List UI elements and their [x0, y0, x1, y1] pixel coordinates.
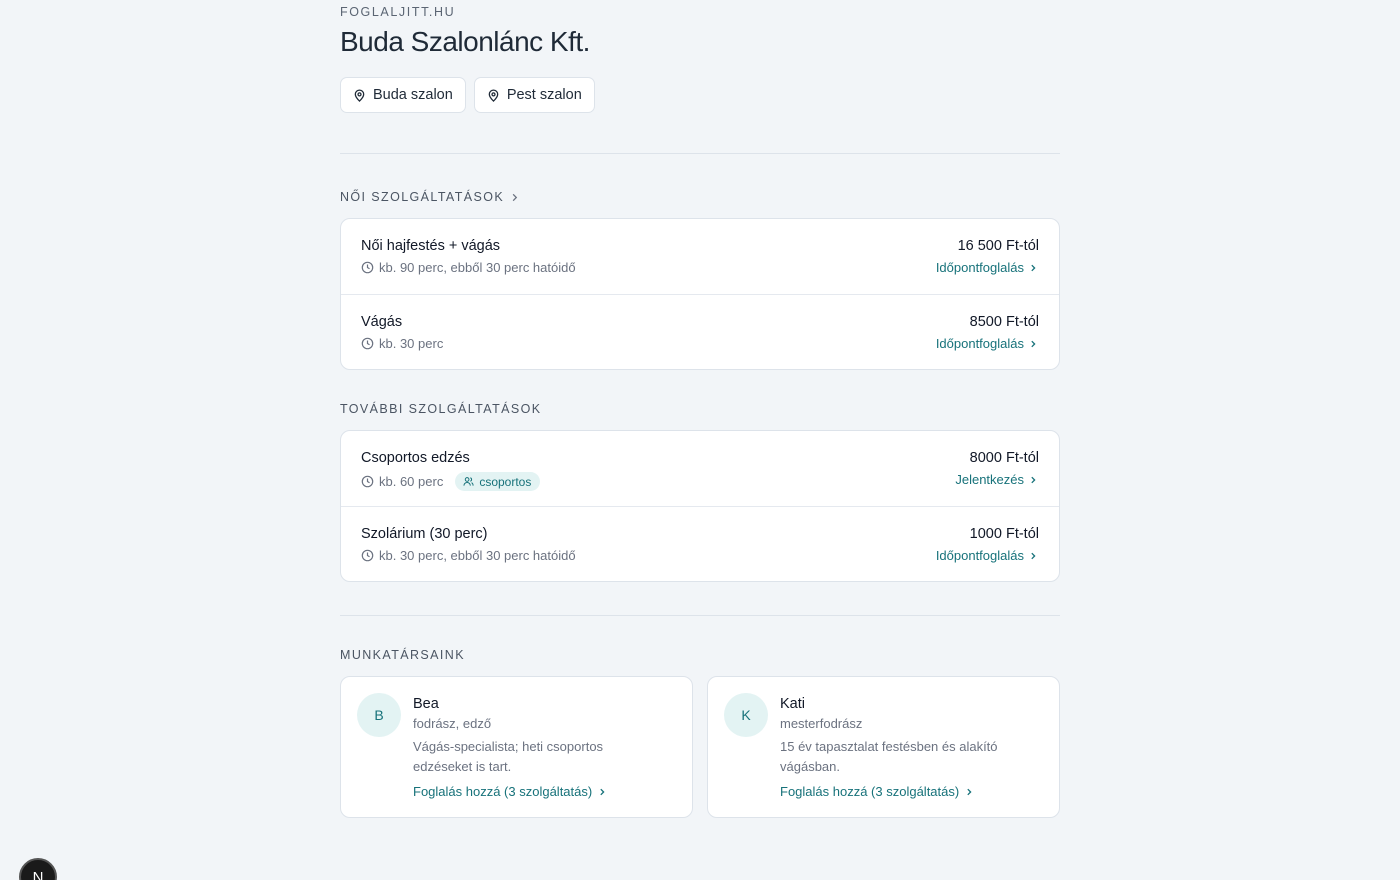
- signup-link-label: Jelentkezés: [955, 472, 1024, 487]
- staff-list: B Bea fodrász, edző Vágás-specialista; h…: [340, 676, 1060, 818]
- service-duration-text: kb. 30 perc: [379, 336, 444, 351]
- avatar: B: [357, 693, 401, 737]
- service-duration: kb. 90 perc, ebből 30 perc hatóidő: [361, 260, 576, 275]
- service-name: Csoportos edzés: [361, 450, 470, 466]
- service-duration-text: kb. 30 perc, ebből 30 perc hatóidő: [379, 548, 576, 563]
- service-name: Szolárium (30 perc): [361, 526, 488, 542]
- staff-role: mesterfodrász: [780, 716, 863, 731]
- staff-description: Vágás-specialista; heti csoportos edzése…: [413, 739, 604, 774]
- staff-name: Kati: [780, 696, 805, 712]
- staff-booking-link-label: Foglalás hozzá (3 szolgáltatás): [780, 784, 960, 799]
- section-title-label: NŐI SZOLGÁLTATÁSOK: [340, 190, 505, 204]
- chevron-right-icon: [512, 193, 518, 201]
- staff-booking-link[interactable]: Foglalás hozzá (3 szolgáltatás): [413, 784, 606, 799]
- service-duration-text: kb. 90 perc, ebből 30 perc hatóidő: [379, 260, 576, 275]
- booking-link-label: Időpontfoglalás: [935, 260, 1024, 275]
- users-icon: [463, 477, 474, 486]
- location-label: Buda szalon: [373, 87, 453, 103]
- clock-icon: [361, 549, 374, 562]
- avatar: K: [724, 693, 768, 737]
- map-pin-icon: [488, 88, 499, 102]
- section-title-tovabbi: TOVÁBBI SZOLGÁLTATÁSOK: [340, 402, 541, 416]
- service-row: Vágás kb. 30 perc 8500 Ft-tól Időpontfog…: [341, 294, 1059, 369]
- chevron-right-icon: [1031, 340, 1036, 347]
- location-button-pest[interactable]: Pest szalon: [473, 77, 595, 113]
- site-label: FOGLALJITT.HU: [340, 5, 456, 19]
- clock-icon: [361, 337, 374, 350]
- booking-link[interactable]: Időpontfoglalás: [936, 548, 1037, 563]
- service-card-noi: Női hajfestés + vágás kb. 90 perc, ebből…: [340, 218, 1060, 370]
- booking-link-label: Időpontfoglalás: [935, 548, 1024, 563]
- service-row: Szolárium (30 perc) kb. 30 perc, ebből 3…: [341, 506, 1059, 581]
- staff-booking-link[interactable]: Foglalás hozzá (3 szolgáltatás): [780, 784, 973, 799]
- staff-card: K Kati mesterfodrász 15 év tapasztalat f…: [707, 676, 1060, 818]
- page-title: Buda Szalonlánc Kft.: [340, 26, 590, 57]
- location-label: Pest szalon: [506, 87, 582, 103]
- location-list: Buda szalon Pest szalon: [340, 77, 595, 113]
- service-duration: kb. 30 perc, ebből 30 perc hatóidő: [361, 548, 576, 563]
- chevron-right-icon: [1031, 264, 1036, 271]
- service-row: Női hajfestés + vágás kb. 90 perc, ebből…: [341, 219, 1059, 294]
- service-card-tovabbi: Csoportos edzés kb. 60 perc csoportos 80…: [340, 430, 1060, 582]
- service-name: Női hajfestés + vágás: [361, 238, 501, 254]
- staff-description: 15 év tapasztalat festésben és alakító v…: [780, 739, 998, 774]
- chevron-right-icon: [1031, 552, 1036, 559]
- dev-tools-button[interactable]: N: [19, 858, 57, 880]
- chevron-right-icon: [967, 788, 972, 795]
- service-row: Csoportos edzés kb. 60 perc csoportos 80…: [341, 431, 1059, 506]
- clock-icon: [361, 475, 374, 488]
- service-price: 8000 Ft-tól: [969, 450, 1039, 466]
- divider: [340, 615, 1060, 616]
- divider: [340, 153, 1060, 154]
- booking-link[interactable]: Időpontfoglalás: [936, 336, 1037, 351]
- service-duration-text: kb. 60 perc: [379, 474, 444, 489]
- clock-icon: [361, 261, 374, 274]
- staff-name: Bea: [413, 696, 439, 712]
- staff-booking-link-label: Foglalás hozzá (3 szolgáltatás): [413, 784, 593, 799]
- map-pin-icon: [354, 88, 365, 102]
- booking-link[interactable]: Időpontfoglalás: [936, 260, 1037, 275]
- booking-link-label: Időpontfoglalás: [935, 336, 1024, 351]
- section-title-label: TOVÁBBI SZOLGÁLTATÁSOK: [340, 402, 542, 416]
- chevron-right-icon: [1031, 476, 1036, 483]
- service-duration: kb. 60 perc csoportos: [361, 472, 541, 491]
- service-duration: kb. 30 perc: [361, 336, 443, 351]
- location-button-buda[interactable]: Buda szalon: [340, 77, 466, 113]
- section-title-noi[interactable]: NŐI SZOLGÁLTATÁSOK: [340, 190, 519, 204]
- section-title-staff: MUNKATÁRSAINK: [340, 648, 465, 662]
- section-title-label: MUNKATÁRSAINK: [340, 648, 465, 662]
- group-badge-label: csoportos: [479, 474, 532, 489]
- signup-link[interactable]: Jelentkezés: [955, 472, 1037, 487]
- service-price: 1000 Ft-tól: [969, 526, 1039, 542]
- staff-role: fodrász, edző: [413, 716, 492, 731]
- chevron-right-icon: [600, 788, 605, 795]
- staff-card: B Bea fodrász, edző Vágás-specialista; h…: [340, 676, 693, 818]
- service-price: 8500 Ft-tól: [969, 314, 1039, 330]
- service-price: 16 500 Ft-tól: [957, 238, 1039, 254]
- group-badge: csoportos: [455, 472, 541, 491]
- service-name: Vágás: [361, 314, 403, 330]
